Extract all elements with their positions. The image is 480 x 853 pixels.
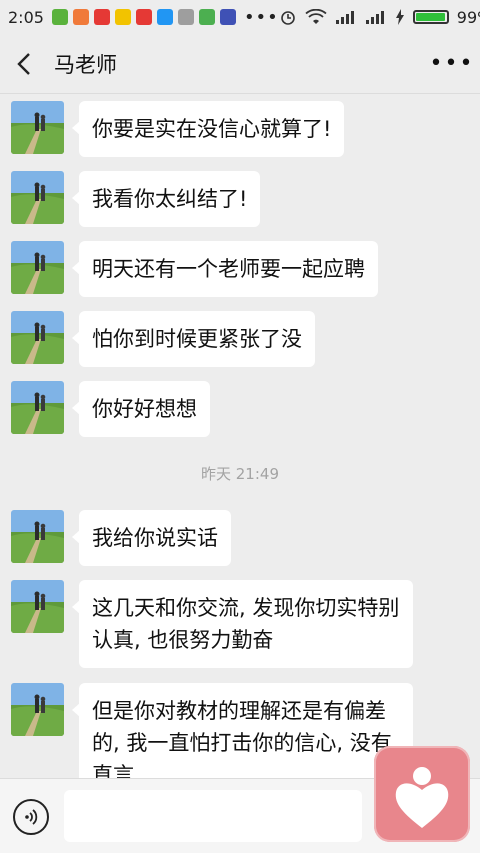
message-row: 你好好想想 [11, 381, 210, 437]
heart-person-icon [395, 767, 449, 828]
time-divider: 昨天 21:49 [201, 465, 279, 483]
message-input[interactable] [64, 790, 362, 842]
message-row: 我给你说实话 [11, 510, 231, 566]
notification-app-icon [219, 9, 236, 25]
voice-icon [25, 809, 38, 825]
notification-icons [51, 9, 236, 25]
signal-icon [335, 11, 354, 24]
message-bubble[interactable]: 你要是实在没信心就算了! [71, 101, 345, 157]
avatar[interactable] [11, 101, 64, 154]
message-row: 但是你对教材的理解还是有偏差的, 我一直怕打击你的信心, 没有直言 [11, 683, 413, 778]
message-bubble[interactable]: 你好好想想 [72, 381, 210, 437]
message-row: 我看你太纠结了! [11, 171, 261, 227]
notification-app-icon [198, 9, 215, 25]
message-bubble[interactable]: 但是你对教材的理解还是有偏差的, 我一直怕打击你的信心, 没有直言 [72, 683, 413, 778]
notification-app-icon [156, 9, 173, 25]
chevron-left-icon [17, 52, 30, 75]
message-row: 怕你到时候更紧张了没 [11, 311, 315, 367]
message-bubble[interactable]: 这几天和你交流, 发现你切实特别认真, 也很努力勤奋 [72, 580, 413, 668]
battery-percent: 99% [456, 7, 480, 27]
status-time: 2:05 [8, 7, 44, 27]
message-bubble[interactable]: 我看你太纠结了! [71, 171, 261, 227]
avatar[interactable] [11, 171, 64, 224]
avatar[interactable] [11, 510, 64, 563]
voice-button[interactable] [13, 799, 49, 835]
charging-icon [395, 9, 404, 25]
message-row: 你要是实在没信心就算了! [11, 101, 345, 157]
avatar[interactable] [11, 580, 64, 633]
notification-app-icon [72, 9, 89, 25]
more-notifications-icon: ••• [243, 6, 279, 28]
notification-app-icon [51, 9, 68, 25]
back-button[interactable] [0, 34, 48, 94]
avatar[interactable] [11, 683, 64, 736]
chat-title: 马老师 [54, 52, 117, 77]
wifi-icon [305, 9, 327, 24]
message-bubble[interactable]: 我给你说实话 [72, 510, 231, 566]
chat-header: 马老师 ••• [0, 34, 480, 94]
floating-app-button[interactable] [374, 746, 470, 842]
avatar[interactable] [11, 241, 64, 294]
message-list[interactable]: 你要是实在没信心就算了! 我看你太纠结了! 明天还有一个老师要一起应聘 怕你到时… [0, 95, 480, 778]
message-bubble[interactable]: 明天还有一个老师要一起应聘 [72, 241, 378, 297]
notification-app-icon [177, 9, 194, 25]
avatar[interactable] [11, 381, 64, 434]
notification-app-icon [93, 9, 110, 25]
message-row: 明天还有一个老师要一起应聘 [11, 241, 378, 297]
avatar[interactable] [11, 311, 64, 364]
status-bar: 2:05 ••• 99% [0, 0, 480, 34]
alarm-icon [280, 11, 295, 25]
status-right: 99% [279, 8, 480, 27]
more-options-button[interactable]: ••• [424, 34, 480, 94]
message-bubble[interactable]: 怕你到时候更紧张了没 [72, 311, 315, 367]
notification-app-icon [114, 9, 131, 25]
notification-app-icon [135, 9, 152, 25]
signal-icon-2 [365, 11, 384, 24]
battery-icon [412, 10, 449, 24]
message-row: 这几天和你交流, 发现你切实特别认真, 也很努力勤奋 [11, 580, 413, 668]
